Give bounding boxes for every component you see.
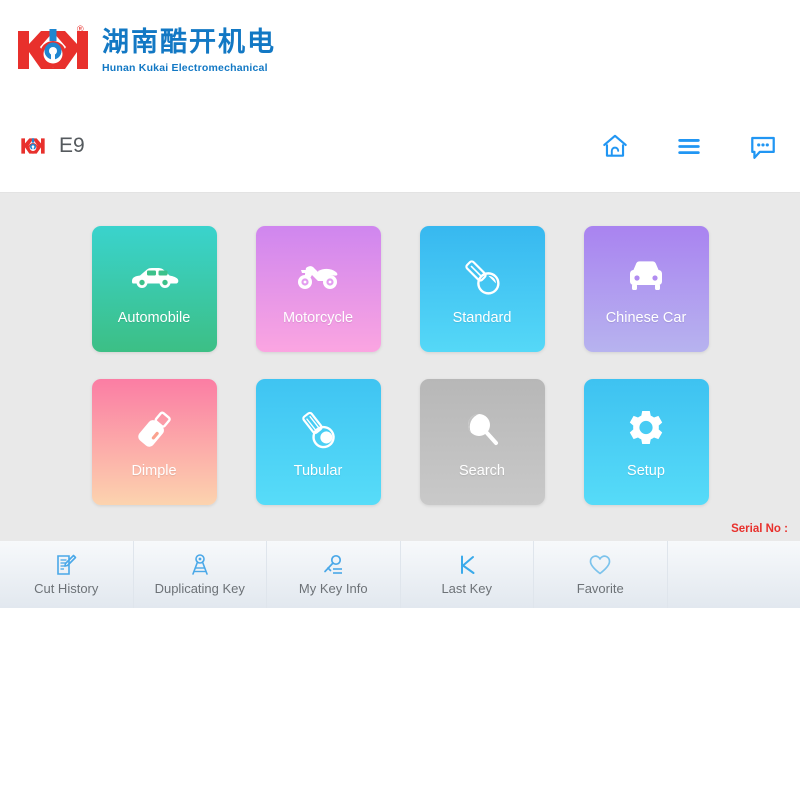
tile-standard[interactable]: Standard <box>420 226 545 352</box>
brand-text: 湖南酷开机电 Hunan Kukai Electromechanical <box>102 26 276 75</box>
app-bar: E9 <box>0 100 800 193</box>
nav-item-last-key[interactable]: Last Key <box>401 541 535 608</box>
tile-label: Tubular <box>294 463 343 479</box>
brand-name-en: Hunan Kukai Electromechanical <box>102 62 276 74</box>
menu-icon[interactable] <box>674 131 704 161</box>
tile-motorcycle[interactable]: Motorcycle <box>256 226 381 352</box>
car-front-icon <box>619 252 673 302</box>
svg-text:®: ® <box>77 24 84 34</box>
tile-setup[interactable]: Setup <box>584 379 709 505</box>
motorcycle-icon <box>291 252 345 302</box>
tile-search[interactable]: Search <box>420 379 545 505</box>
tubular-key-icon <box>291 405 345 455</box>
home-icon[interactable] <box>600 131 630 161</box>
nav-item-favorite[interactable]: Favorite <box>534 541 668 608</box>
nav-label: Last Key <box>441 581 492 596</box>
tile-label: Dimple <box>131 463 176 479</box>
car-side-icon <box>127 252 181 302</box>
app-bar-icons <box>600 131 778 161</box>
dimple-key-icon <box>127 405 181 455</box>
tile-chinese-car[interactable]: Chinese Car <box>584 226 709 352</box>
main-content: Automobile Motorcycle <box>0 193 800 541</box>
nav-label: Cut History <box>34 581 98 596</box>
letter-k-icon <box>455 553 479 577</box>
kukai-logo-icon: ® <box>14 21 92 79</box>
tile-label: Chinese Car <box>606 310 687 326</box>
nav-item-my-key-info[interactable]: My Key Info <box>267 541 401 608</box>
app-bar-left: E9 <box>20 133 85 159</box>
tile-label: Automobile <box>118 310 191 326</box>
standard-key-icon <box>455 252 509 302</box>
kukai-mini-logo-icon <box>20 133 46 159</box>
key-info-icon <box>321 553 345 577</box>
tile-label: Search <box>459 463 505 479</box>
tile-label: Standard <box>453 310 512 326</box>
tile-dimple[interactable]: Dimple <box>92 379 217 505</box>
tile-label: Motorcycle <box>283 310 353 326</box>
page-bottom-area <box>0 608 800 747</box>
tile-tubular[interactable]: Tubular <box>256 379 381 505</box>
gear-icon <box>619 405 673 455</box>
heart-icon <box>588 553 612 577</box>
nav-label: My Key Info <box>299 581 368 596</box>
nav-item-duplicating-key[interactable]: Duplicating Key <box>134 541 268 608</box>
chat-icon[interactable] <box>748 131 778 161</box>
tile-automobile[interactable]: Automobile <box>92 226 217 352</box>
nav-item-empty <box>668 541 800 608</box>
tile-label: Setup <box>627 463 665 479</box>
brand-header: ® 湖南酷开机电 Hunan Kukai Electromechanical <box>0 0 800 100</box>
tile-grid: Automobile Motorcycle <box>0 226 800 505</box>
magnifier-icon <box>455 405 509 455</box>
app-title: E9 <box>59 134 85 158</box>
nav-item-cut-history[interactable]: Cut History <box>0 541 134 608</box>
serial-no-label: Serial No : <box>731 523 788 535</box>
nav-label: Duplicating Key <box>155 581 245 596</box>
bottom-nav: Cut History Duplicating Key My <box>0 541 800 608</box>
nav-label: Favorite <box>577 581 624 596</box>
document-edit-icon <box>54 553 78 577</box>
duplicate-key-icon <box>188 553 212 577</box>
brand-name-cn: 湖南酷开机电 <box>102 26 276 60</box>
